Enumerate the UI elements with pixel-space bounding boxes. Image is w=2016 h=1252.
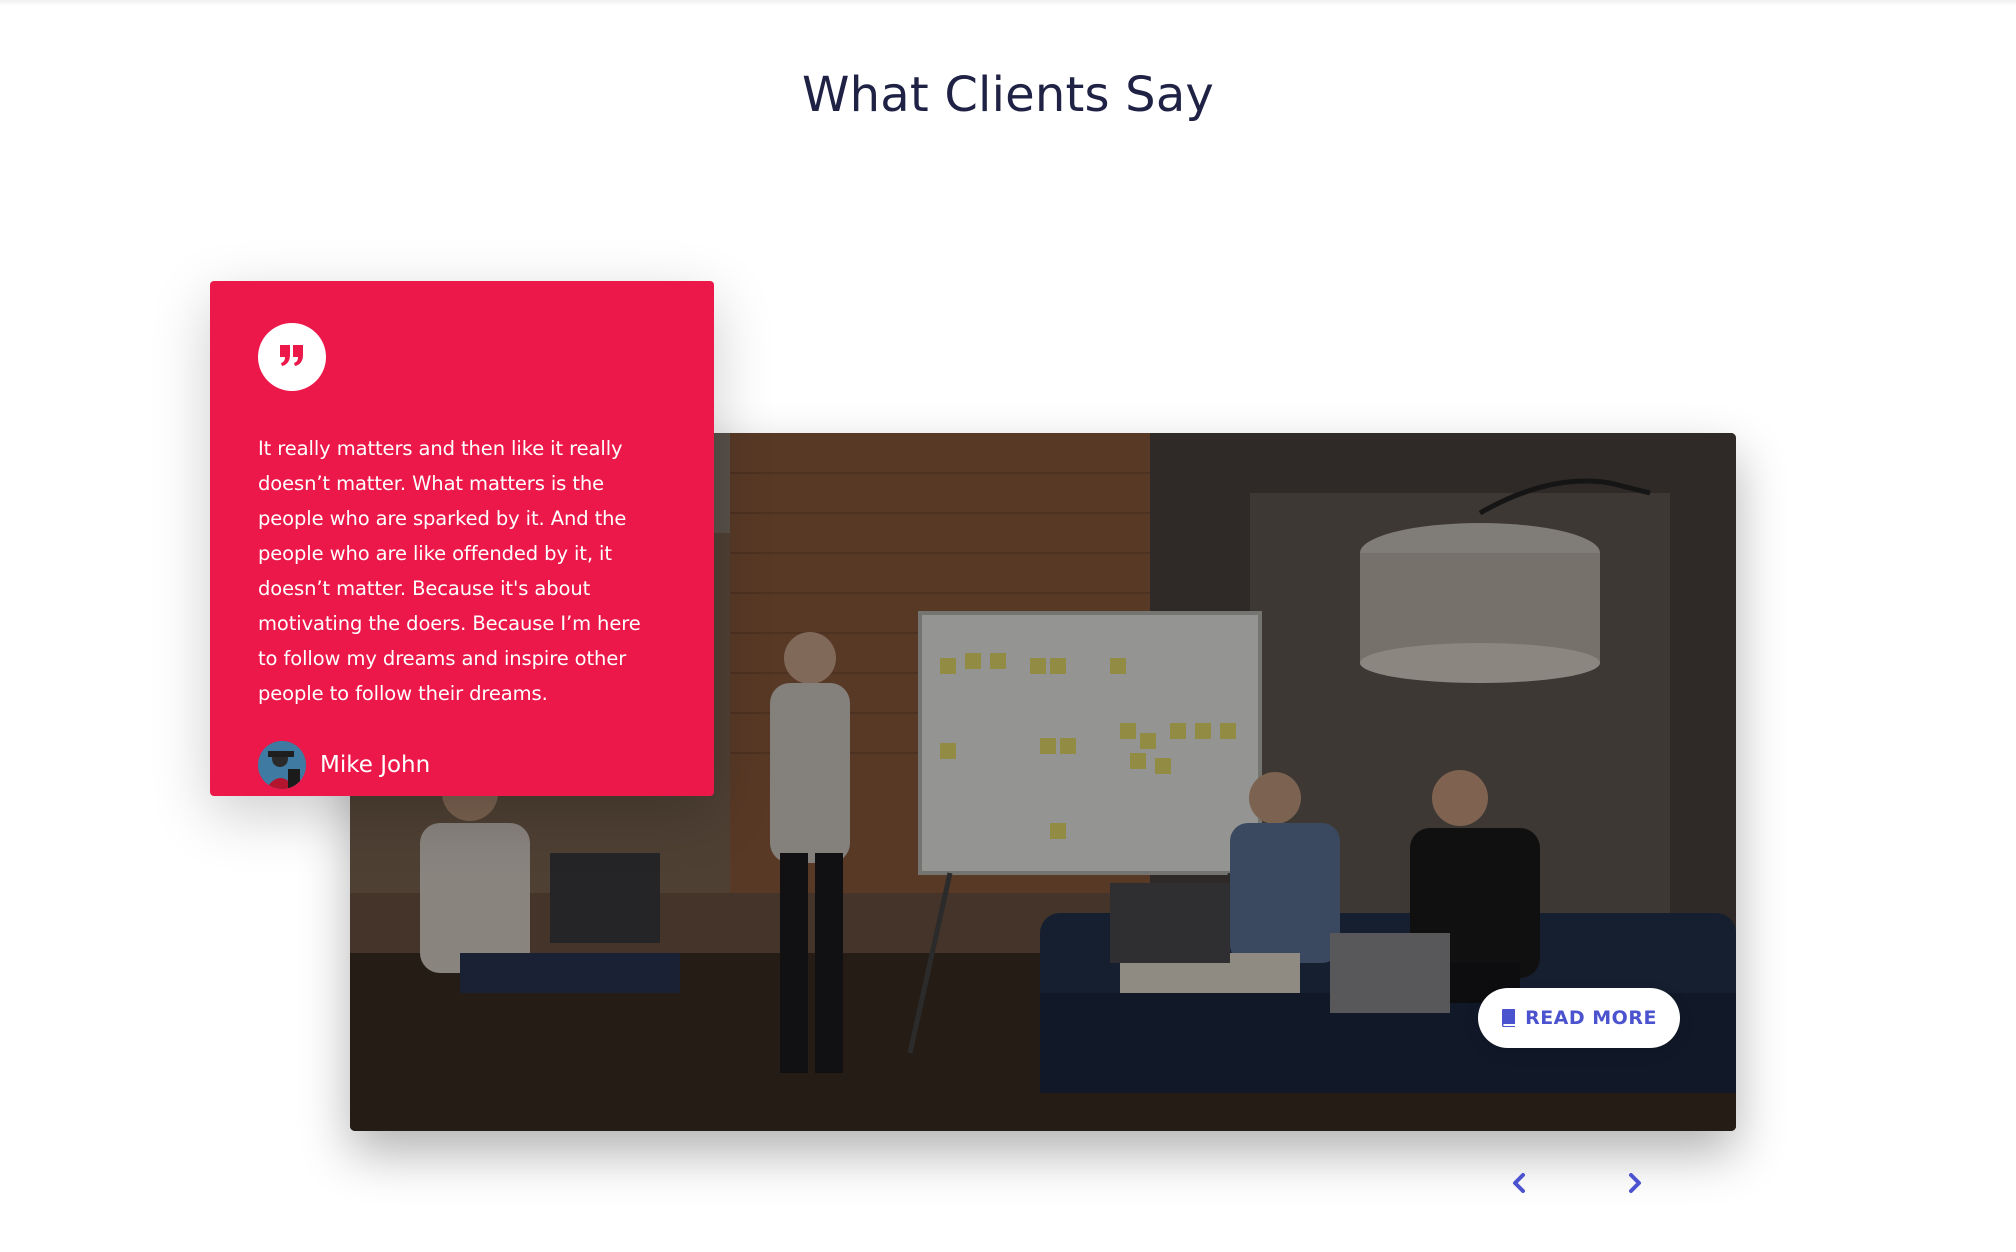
book-icon — [1501, 1008, 1517, 1028]
chevron-right-icon — [1628, 1173, 1642, 1197]
testimonials-section: What Clients Say It really matters and t… — [0, 0, 2016, 1252]
quote-badge — [258, 323, 326, 391]
section-title: What Clients Say — [801, 67, 1215, 123]
carousel-prev-button[interactable] — [1507, 1172, 1531, 1198]
testimonial-quote: It really matters and then like it reall… — [258, 437, 641, 705]
chevron-left-icon — [1512, 1173, 1526, 1197]
author-name: Mike John — [320, 752, 431, 778]
testimonial-author: Mike John — [258, 741, 666, 789]
quote-right-icon — [278, 343, 306, 371]
read-more-label: READ MORE — [1525, 1007, 1657, 1029]
testimonial-card: It really matters and then like it reall… — [210, 281, 714, 796]
header-shadow — [0, 0, 2016, 6]
carousel-next-button[interactable] — [1623, 1172, 1647, 1198]
read-more-button[interactable]: READ MORE — [1478, 988, 1680, 1048]
avatar — [258, 741, 306, 789]
